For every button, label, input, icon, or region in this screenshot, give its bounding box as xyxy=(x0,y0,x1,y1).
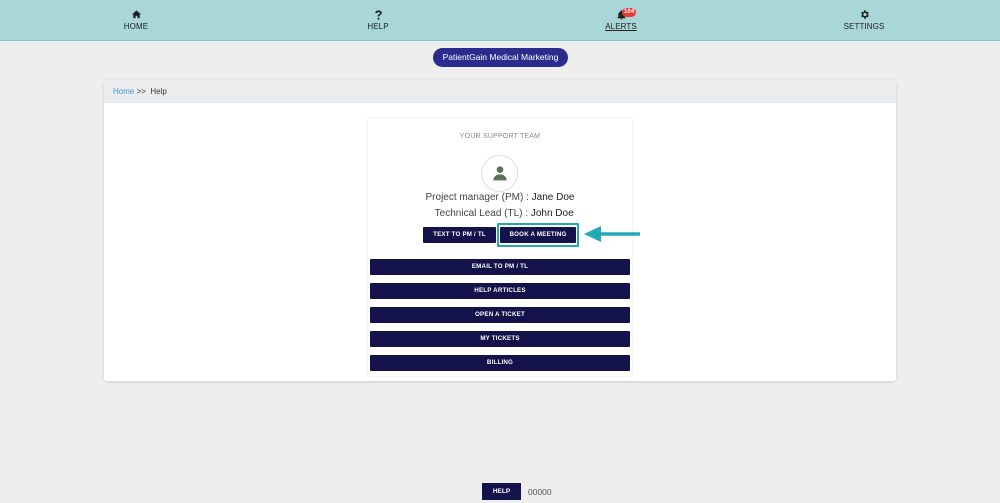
technical-lead-line: Technical Lead (TL) : John Doe xyxy=(368,208,632,219)
home-icon xyxy=(106,9,166,21)
footer-number: 00000 xyxy=(528,487,552,497)
breadcrumb: Home >> Help xyxy=(104,80,896,103)
billing-button[interactable]: BILLING xyxy=(370,355,630,371)
nav-alerts[interactable]: 104 ALERTS xyxy=(591,8,651,31)
footer-help-button[interactable]: HELP xyxy=(482,483,521,500)
support-team-card: YOUR SUPPORT TEAM Project manager (PM) :… xyxy=(368,119,632,376)
my-tickets-button[interactable]: MY TICKETS xyxy=(370,331,630,347)
gear-icon xyxy=(834,9,894,21)
pm-name: Jane Doe xyxy=(531,192,575,203)
support-team-title: YOUR SUPPORT TEAM xyxy=(459,133,541,140)
book-a-meeting-button[interactable]: BOOK A MEETING xyxy=(500,227,576,243)
help-articles-button[interactable]: HELP ARTICLES xyxy=(370,283,630,299)
nav-home-label: HOME xyxy=(123,22,149,31)
pointer-arrow-icon xyxy=(584,226,640,242)
tl-label: Technical Lead (TL) : xyxy=(434,208,529,219)
main-panel: Home >> Help YOUR SUPPORT TEAM Project m… xyxy=(104,80,896,381)
email-to-pm-tl-button[interactable]: EMAIL TO PM / TL xyxy=(370,259,630,275)
nav-help[interactable]: HELP xyxy=(348,9,408,31)
pm-label: Project manager (PM) : xyxy=(425,192,529,203)
breadcrumb-separator: >> xyxy=(136,87,146,96)
nav-settings[interactable]: SETTINGS xyxy=(834,9,894,31)
tl-name: John Doe xyxy=(530,208,574,219)
text-to-pm-tl-button[interactable]: TEXT TO PM / TL xyxy=(423,227,496,243)
top-navigation: HOME HELP 104 ALERTS SETTINGS xyxy=(0,0,1000,41)
open-a-ticket-button[interactable]: OPEN A TICKET xyxy=(370,307,630,323)
breadcrumb-home-link[interactable]: Home xyxy=(113,87,134,96)
nav-alerts-label: ALERTS xyxy=(605,22,637,31)
question-icon xyxy=(348,9,408,21)
project-manager-line: Project manager (PM) : Jane Doe xyxy=(368,192,632,203)
nav-help-label: HELP xyxy=(367,22,389,31)
user-icon xyxy=(493,166,507,181)
company-selector[interactable]: PatientGain Medical Marketing xyxy=(433,48,568,67)
bell-icon xyxy=(591,9,651,21)
breadcrumb-current: Help xyxy=(150,87,167,96)
avatar xyxy=(481,155,518,192)
alerts-badge: 104 xyxy=(622,8,637,17)
nav-home[interactable]: HOME xyxy=(106,9,166,31)
nav-settings-label: SETTINGS xyxy=(843,22,885,31)
